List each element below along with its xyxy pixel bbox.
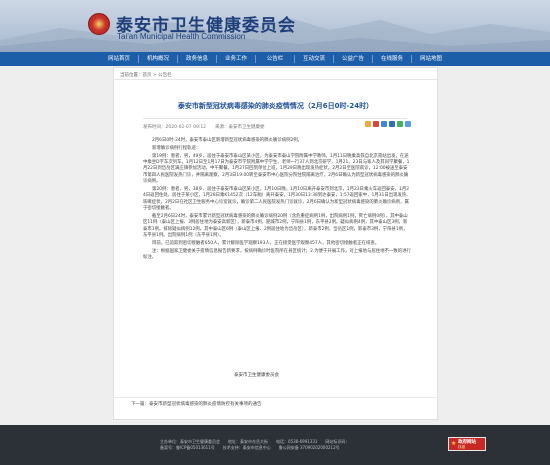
article-paragraph: 2月6日0时-24时，泰安市泰山区新增新型冠状病毒感染的肺炎确诊病例2例。 [152, 138, 303, 143]
share-weibo-icon[interactable] [373, 121, 379, 127]
main-nav: 网站首页 机构概况 政务信息 业务工作 公告栏 互动交流 公益广告 在线服务 网… [0, 52, 550, 66]
article-paragraph: 第20例：患者，男，38岁，居住于泰安市泰山区某小区，1月10日晚，1月10日离… [143, 187, 411, 212]
breadcrumb[interactable]: 当前位置：首页 > 公告栏 [120, 72, 172, 78]
gov-site-error-badge[interactable]: ★ 政府网站 找错 [448, 437, 486, 451]
share-qzone-icon[interactable] [365, 121, 371, 127]
nav-item-sitemap[interactable]: 网站地图 [412, 52, 450, 66]
share-renren-icon[interactable] [389, 121, 395, 127]
share-tencent-icon[interactable] [381, 121, 387, 127]
article-paragraph: 目前，已追踪到密切接触者650人，累计解除医学观察193人，正在接受医学观察45… [152, 241, 380, 247]
site-header-banner: 泰安市卫生健康委员会 Tai'an Municipal Health Commi… [0, 0, 550, 52]
emblem-icon[interactable] [88, 13, 110, 35]
share-more-icon[interactable] [405, 121, 411, 127]
breadcrumb-divider [114, 79, 437, 80]
next-divider [113, 397, 438, 398]
nav-item-online[interactable]: 在线服务 [373, 52, 411, 66]
nav-item-home[interactable]: 网站首页 [100, 52, 138, 66]
next-article-link[interactable]: 下一篇：泰安市新型冠状病毒感染的肺炎疫情防控有关事项的通告 [131, 401, 262, 407]
article-body: 2月6日0时-24时，泰安市泰山区新增新型冠状病毒感染的肺炎确诊病例2例。 新增… [143, 138, 411, 263]
article-paragraph: 第19例：患者，男，49岁，居住于泰安市泰山区某小区，为泰安市泰山学院附属中学教… [143, 153, 410, 185]
footer-line: 备案号：鲁ICP备05013611号 技术支持：泰安市信息中心 鲁公网安备 37… [160, 445, 340, 450]
nav-item-about[interactable]: 机构概况 [139, 52, 177, 66]
article-paragraph: 新增确诊病例行程轨迹： [152, 145, 201, 151]
badge-line-2: 找错 [458, 445, 465, 449]
footer-info: 主办单位：泰安市卫生健康委员会 地址：泰安市东岳大街 电话：0538-69913… [160, 439, 349, 451]
nav-item-ads[interactable]: 公益广告 [334, 52, 372, 66]
star-icon: ★ [451, 440, 457, 447]
article-paragraph: 注：根据国家卫健委关于疫情信息报告新要求，按病例确诊时医院所在县区统计；2.为便… [143, 248, 411, 261]
nav-item-notice[interactable]: 公告栏 [256, 52, 294, 66]
nav-item-gov-info[interactable]: 政务信息 [178, 52, 216, 66]
share-wechat-icon[interactable] [397, 121, 403, 127]
article-paragraph: 截至2月6日24时，泰安市累计新型冠状病毒感染的肺炎确诊病例20例（含危重症病例… [143, 214, 408, 239]
article-meta: 发布时间：2020-02-07 09:12 来源：泰安市卫生健康委 [143, 125, 265, 130]
nav-item-interaction[interactable]: 互动交流 [295, 52, 333, 66]
nav-item-business[interactable]: 业务工作 [217, 52, 255, 66]
article-signature: 泰安市卫生健康委员会 [234, 373, 279, 378]
meta-divider [143, 118, 407, 119]
article-title: 泰安市新型冠状病毒感染的肺炎疫情情况（2月6日0时-24时） [177, 102, 374, 110]
share-bar [365, 121, 411, 127]
site-subtitle: Tai'an Municipal Health Commission [117, 32, 246, 41]
